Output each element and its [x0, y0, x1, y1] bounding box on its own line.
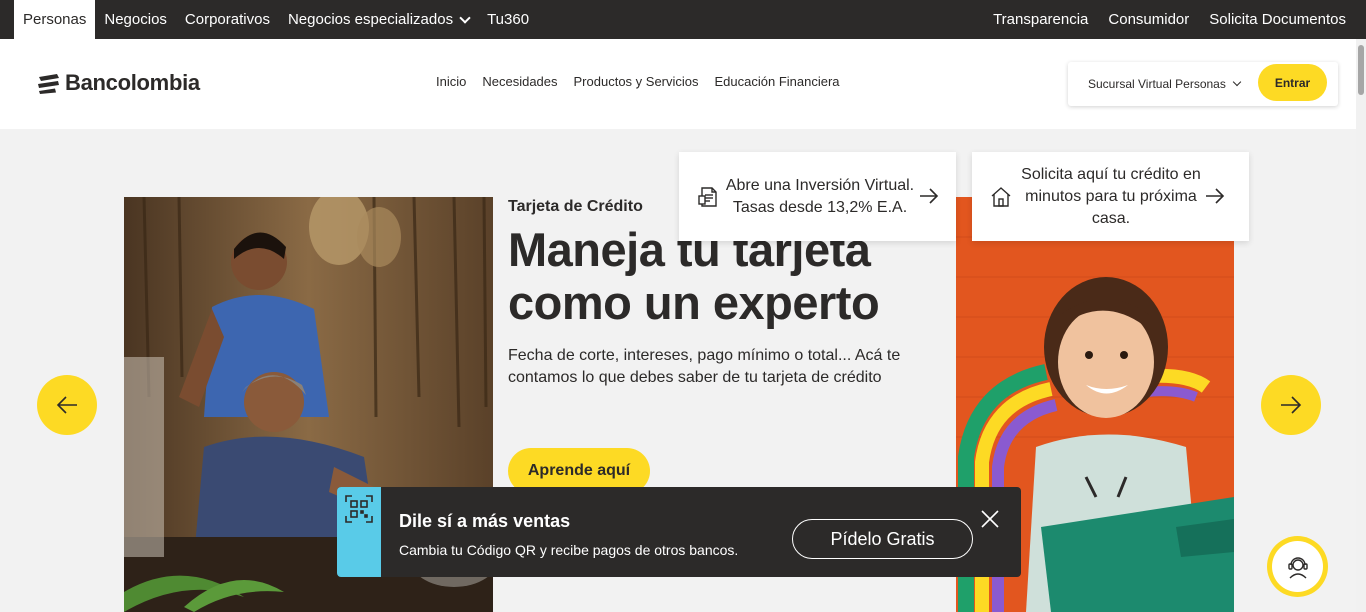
sucursal-dropdown[interactable]: Sucursal Virtual Personas [1088, 77, 1242, 91]
promo-icon-box [337, 487, 381, 577]
help-chat-inner [1272, 541, 1323, 592]
promo-title: Dile sí a más ventas [399, 511, 571, 531]
segment-tu360[interactable]: Tu360 [478, 0, 538, 39]
main-header: Bancolombia Inicio Necesidades Productos… [0, 39, 1356, 129]
help-chat-button[interactable] [1267, 536, 1328, 597]
chevron-down-icon [1232, 77, 1242, 87]
link-consumidor[interactable]: Consumidor [1108, 11, 1189, 28]
segment-corporativos[interactable]: Corporativos [176, 0, 279, 39]
logo[interactable]: Bancolombia [37, 70, 200, 96]
arrow-right-icon [919, 187, 939, 210]
main-nav: Inicio Necesidades Productos y Servicios… [436, 74, 840, 89]
nav-educacion-financiera[interactable]: Educación Financiera [715, 74, 840, 89]
qr-code-icon [345, 495, 373, 523]
page-scrollbar[interactable] [1356, 39, 1366, 612]
logo-text: Bancolombia [65, 70, 200, 95]
card-inversion-text: Abre una Inversión Virtual. Tasas desde … [725, 177, 915, 216]
promo-subtitle: Cambia tu Código QR y recibe pagos de ot… [399, 542, 739, 558]
card-credito-casa[interactable]: Solicita aquí tu crédito en minutos para… [972, 152, 1249, 241]
scrollbar-thumb[interactable] [1358, 45, 1364, 95]
top-bar: Personas Negocios Corporativos Negocios … [0, 0, 1366, 39]
chevron-down-icon [459, 11, 471, 24]
hero-subtext: Fecha de corte, intereses, pago mínimo o… [508, 347, 901, 386]
arrow-left-icon [56, 396, 77, 414]
support-agent-icon [1287, 556, 1308, 579]
sucursal-label: Sucursal Virtual Personas [1088, 77, 1226, 91]
arrow-right-icon [1205, 187, 1225, 210]
house-icon [989, 185, 1013, 214]
hero-kicker: Tarjeta de Crédito [508, 198, 643, 215]
link-solicita-documentos[interactable]: Solicita Documentos [1209, 11, 1346, 28]
sucursal-box: Sucursal Virtual Personas Entrar [1068, 62, 1338, 106]
carousel-next-button[interactable] [1261, 375, 1321, 435]
close-icon[interactable] [980, 509, 1000, 529]
arrow-right-icon [1281, 396, 1302, 414]
nav-necesidades[interactable]: Necesidades [482, 74, 557, 89]
nav-productos-servicios[interactable]: Productos y Servicios [574, 74, 699, 89]
segment-nav: Personas Negocios Corporativos Negocios … [14, 0, 538, 39]
segment-negocios[interactable]: Negocios [95, 0, 176, 39]
segment-personas[interactable]: Personas [14, 0, 96, 39]
nav-inicio[interactable]: Inicio [436, 74, 466, 89]
link-transparencia[interactable]: Transparencia [993, 11, 1088, 28]
segment-negocios-especializados[interactable]: Negocios especializados [279, 0, 478, 39]
bancolombia-logo-icon [38, 74, 59, 94]
card-inversion-virtual[interactable]: Abre una Inversión Virtual. Tasas desde … [679, 152, 956, 241]
pidelo-gratis-button[interactable]: Pídelo Gratis [792, 519, 973, 559]
promo-banner: Dile sí a más ventas Cambia tu Código QR… [337, 487, 1021, 577]
carousel-prev-button[interactable] [37, 375, 97, 435]
document-icon [697, 185, 721, 214]
utility-nav: Transparencia Consumidor Solicita Docume… [993, 0, 1346, 39]
card-credito-text: Solicita aquí tu crédito en minutos para… [1021, 166, 1201, 227]
entrar-button[interactable]: Entrar [1258, 64, 1327, 101]
segment-negocios-especializados-label: Negocios especializados [287, 11, 454, 28]
